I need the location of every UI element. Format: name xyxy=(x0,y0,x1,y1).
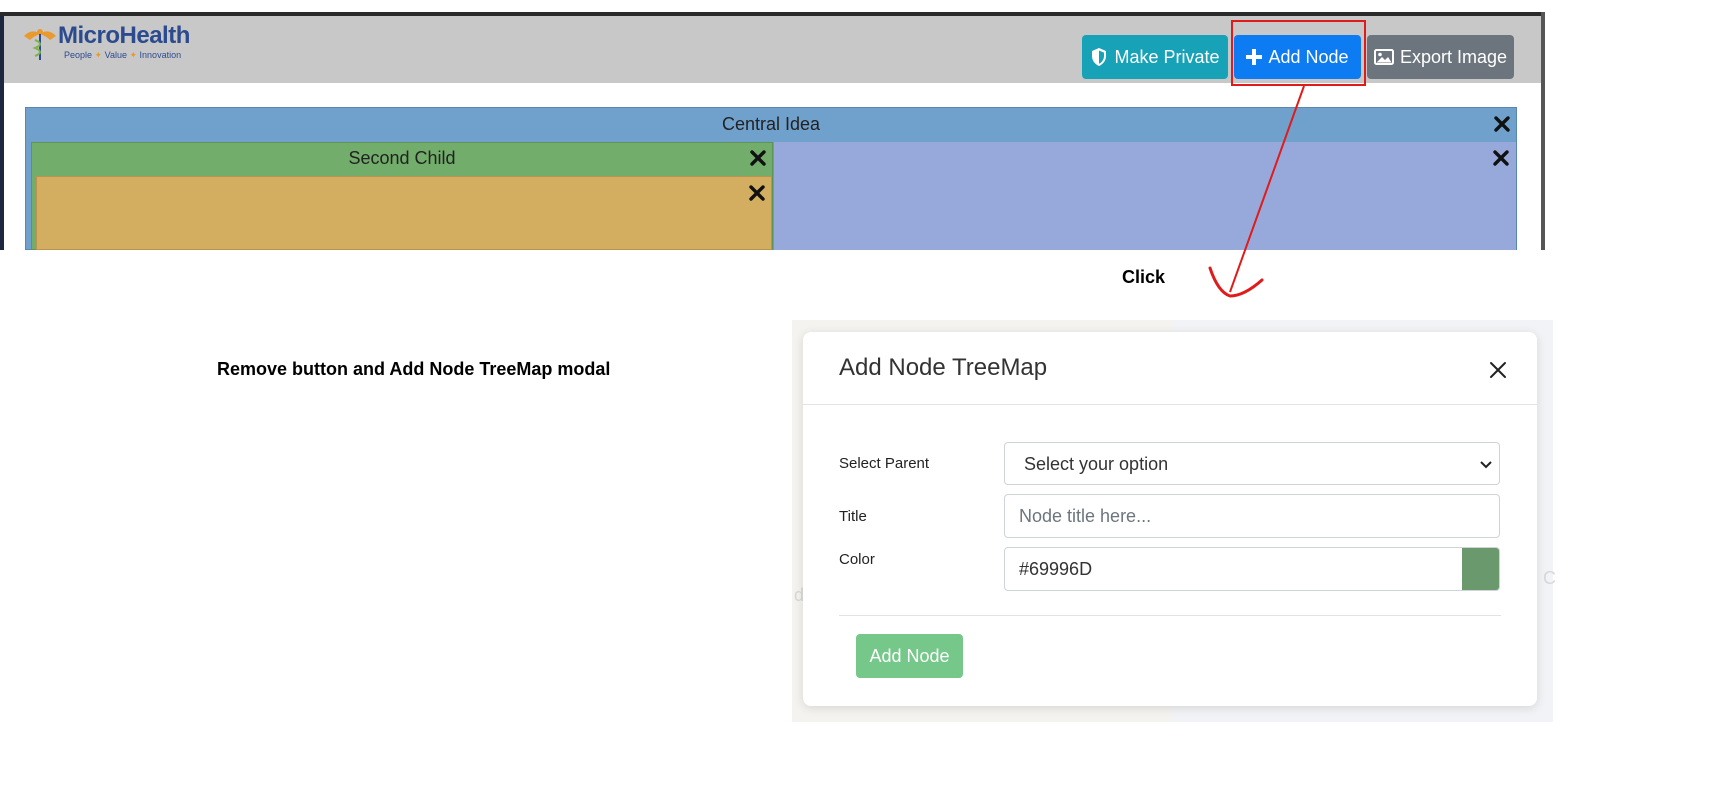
remove-node-button-sibling[interactable] xyxy=(1493,150,1509,166)
export-image-button[interactable]: Export Image xyxy=(1367,35,1514,79)
backdrop-ghost-text: C xyxy=(1543,568,1556,588)
color-label: Color xyxy=(839,551,875,568)
node-title: Second Child xyxy=(348,148,456,168)
tagline-innovation: Innovation xyxy=(139,50,182,60)
tagline-value: Value xyxy=(104,50,127,60)
modal-footer-divider xyxy=(839,615,1501,616)
select-parent-label: Select Parent xyxy=(839,455,930,472)
add-node-submit-button[interactable]: Add Node xyxy=(856,634,963,678)
parent-select-value: Select your option xyxy=(1024,454,1169,474)
shield-icon xyxy=(1092,48,1107,66)
remove-node-button-second-child[interactable] xyxy=(750,150,766,166)
color-input[interactable]: #69996D xyxy=(1004,547,1500,591)
treemap-node-sibling[interactable] xyxy=(773,142,1516,250)
red-arrow-annotation xyxy=(1208,85,1305,298)
title-label: Title xyxy=(839,508,867,525)
logo-tagline: People ✦ Value ✦ Innovation xyxy=(64,50,182,60)
color-swatch[interactable] xyxy=(1462,548,1499,590)
parent-select[interactable]: Select your option xyxy=(1004,442,1500,485)
modal-header-divider xyxy=(803,404,1537,405)
title-input[interactable] xyxy=(1004,494,1500,538)
remove-node-button-central-idea[interactable] xyxy=(1494,116,1510,132)
chevron-down-icon xyxy=(1480,461,1492,469)
click-annotation-label: Click xyxy=(1122,267,1166,287)
figure-caption: Remove button and Add Node TreeMap modal xyxy=(217,359,611,379)
caduceus-logo-icon xyxy=(24,29,56,60)
color-value: #69996D xyxy=(1019,559,1093,579)
tagline-people: People xyxy=(64,50,93,60)
add-node-modal: Add Node TreeMap Select Parent Select yo… xyxy=(803,332,1537,706)
export-image-label: Export Image xyxy=(1399,46,1508,67)
click-highlight-box xyxy=(1231,20,1366,86)
make-private-label: Make Private xyxy=(1114,46,1220,67)
logo-name: MicroHealth xyxy=(58,22,190,49)
logo[interactable]: MicroHealth People ✦ Value ✦ Innovation xyxy=(20,22,200,64)
make-private-button[interactable]: Make Private xyxy=(1082,35,1228,79)
window-right-edge xyxy=(1541,12,1545,250)
image-icon xyxy=(1373,49,1394,65)
treemap-node-grandchild[interactable] xyxy=(36,176,772,250)
remove-node-button-grandchild[interactable] xyxy=(749,185,765,201)
close-icon[interactable] xyxy=(1488,360,1508,380)
modal-title: Add Node TreeMap xyxy=(839,354,1048,381)
